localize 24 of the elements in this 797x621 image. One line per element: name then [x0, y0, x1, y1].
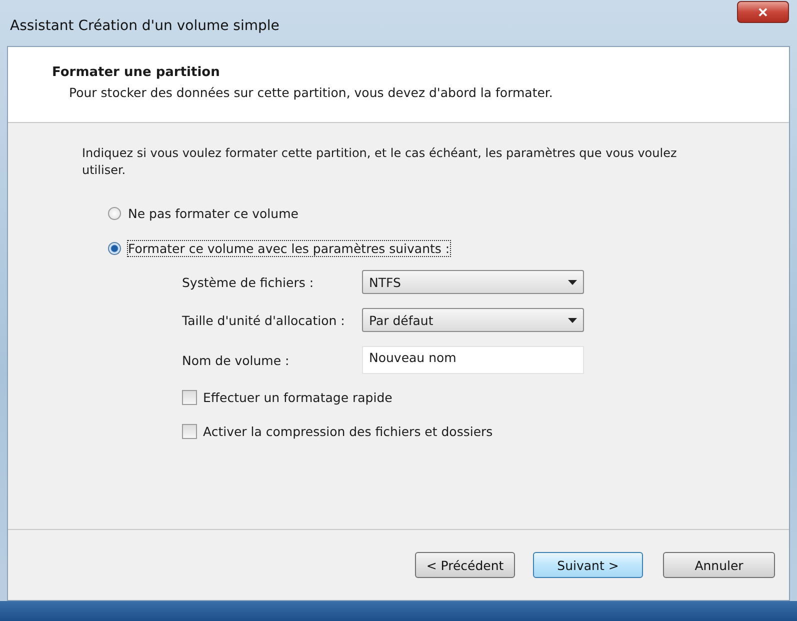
page-subtitle: Pour stocker des données sur cette partition, vous devez d'abord la formater.	[69, 85, 554, 100]
close-button[interactable]: ✕	[737, 1, 789, 23]
checkbox[interactable]	[182, 390, 197, 405]
field-label: Système de fichiers :	[182, 274, 315, 290]
dropdown[interactable]: Par défaut	[362, 308, 584, 332]
radio-button[interactable]	[108, 207, 121, 220]
back-button[interactable]: < Précédent	[415, 552, 515, 578]
checkbox-label: Activer la compression des fichiers et dossiers	[203, 424, 493, 439]
radio-label: Ne pas formater ce volume	[128, 206, 298, 221]
cancel-button[interactable]: Annuler	[663, 552, 775, 578]
window-title: Assistant Création d'un volume simple	[10, 18, 280, 34]
radio-label: Formater ce volume avec les paramètres suivants :	[128, 241, 450, 256]
field-label: Nom de volume :	[182, 352, 290, 368]
caret-icon	[568, 280, 577, 284]
checkbox[interactable]	[182, 424, 197, 439]
page-title: Formater une partition	[52, 65, 221, 80]
next-button[interactable]: Suivant >	[533, 552, 643, 578]
caret-icon	[568, 318, 577, 322]
instruction-text: Indiquez si vous voulez formater cette partition, et le cas échéant, les paramètres que vous voulez utiliser.	[82, 145, 678, 179]
input-field[interactable]: Nouveau nom	[362, 346, 584, 374]
radio-button[interactable]	[108, 242, 121, 255]
field-label: Taille d'unité d'allocation :	[182, 312, 346, 328]
checkbox-label: Effectuer un formatage rapide	[203, 390, 392, 405]
dropdown[interactable]: NTFS	[362, 270, 584, 294]
